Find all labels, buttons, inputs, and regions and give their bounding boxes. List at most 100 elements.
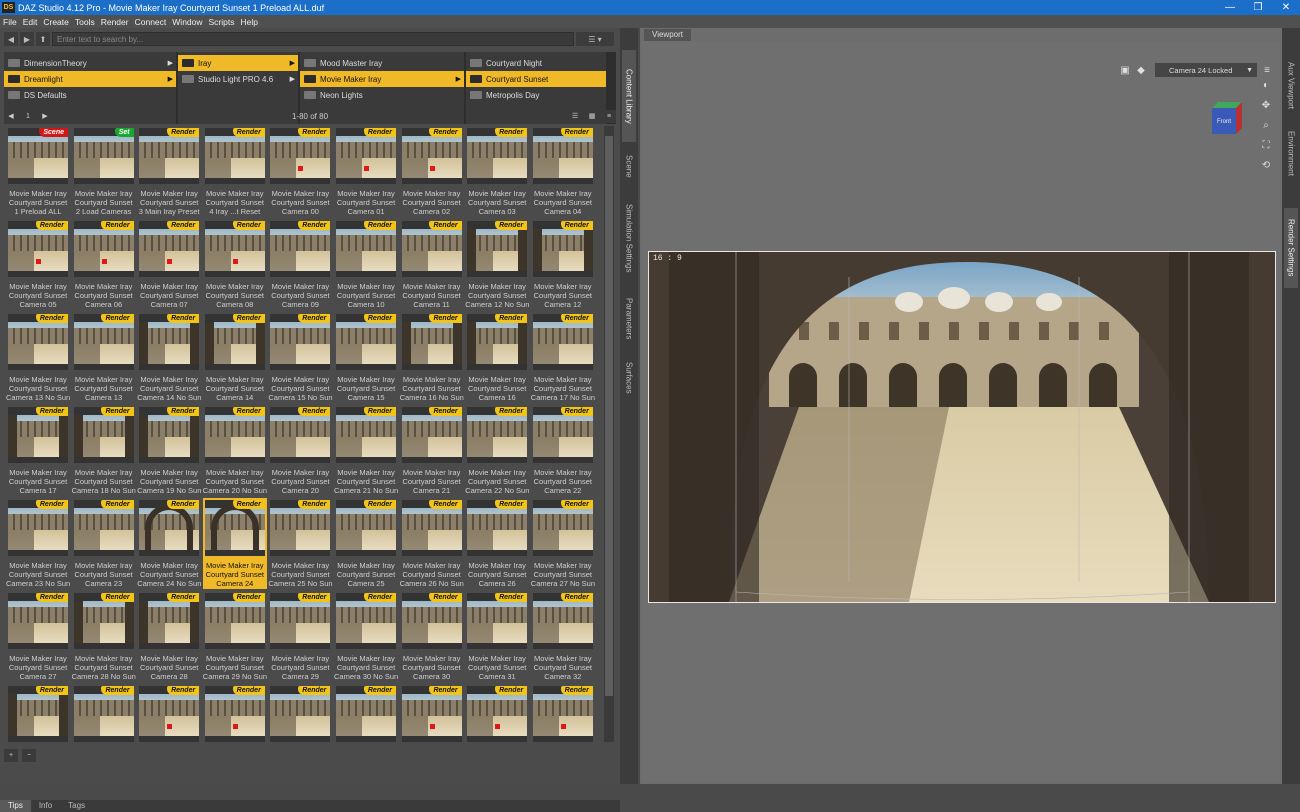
content-tile[interactable]: Render: [137, 684, 201, 742]
add-icon[interactable]: +: [4, 748, 18, 762]
tab-info[interactable]: Info: [31, 800, 60, 812]
frame-icon[interactable]: ⛶: [1259, 138, 1273, 152]
content-tile[interactable]: Render Movie Maker Iray Courtyard Sunset …: [6, 405, 70, 496]
content-tile[interactable]: Render Movie Maker Iray Courtyard Sunset …: [400, 498, 464, 589]
next-page-button[interactable]: ▶: [38, 109, 52, 123]
menu-window[interactable]: Window: [169, 17, 205, 27]
content-tile[interactable]: Render Movie Maker Iray Courtyard Sunset …: [334, 312, 398, 403]
reset-icon[interactable]: ⟲: [1259, 158, 1273, 172]
category-item[interactable]: Iray ▶: [178, 55, 298, 71]
category-item[interactable]: Neon Lights: [300, 87, 464, 103]
content-tile[interactable]: Render Movie Maker Iray Courtyard Sunset …: [531, 219, 595, 310]
camera-dropdown[interactable]: Camera 24 Locked ▼: [1155, 63, 1257, 77]
tab-parameters[interactable]: Parameters: [622, 288, 636, 350]
tab-render-settings[interactable]: Render Settings: [1284, 208, 1298, 288]
remove-icon[interactable]: −: [22, 748, 36, 762]
content-tile[interactable]: Render Movie Maker Iray Courtyard Sunset …: [137, 312, 201, 403]
content-tile[interactable]: Render Movie Maker Iray Courtyard Sunset …: [465, 498, 529, 589]
viewport-area[interactable]: ▣ ◆ Camera 24 Locked▼ ≡ Front ◐ ✥ ⌕ ⛶ ⟲: [642, 42, 1280, 782]
scene-render[interactable]: 16 : 9: [648, 251, 1276, 603]
menu-scripts[interactable]: Scripts: [206, 17, 238, 27]
content-tile[interactable]: Render Movie Maker Iray Courtyard Sunset …: [6, 312, 70, 403]
content-tile[interactable]: Render Movie Maker Iray Courtyard Sunset …: [6, 591, 70, 682]
content-tile[interactable]: Render Movie Maker Iray Courtyard Sunset …: [203, 312, 267, 403]
category-item[interactable]: Studio Light PRO 4.6 ▶: [178, 71, 298, 87]
content-tile[interactable]: Render Movie Maker Iray Courtyard Sunset …: [268, 126, 332, 217]
back-icon[interactable]: ◀: [4, 32, 18, 46]
content-tile[interactable]: Render Movie Maker Iray Courtyard Sunset …: [268, 405, 332, 496]
content-tile[interactable]: Render Movie Maker Iray Courtyard Sunset …: [531, 312, 595, 403]
content-tile[interactable]: Render Movie Maker Iray Courtyard Sunset …: [400, 312, 464, 403]
content-tile[interactable]: Render Movie Maker Iray Courtyard Sunset …: [137, 498, 201, 589]
content-tile[interactable]: Render Movie Maker Iray Courtyard Sunset …: [400, 405, 464, 496]
content-tile[interactable]: Render: [268, 684, 332, 742]
menu-file[interactable]: File: [0, 17, 20, 27]
view-cube-icon[interactable]: Front: [1210, 98, 1244, 136]
content-tile[interactable]: Render Movie Maker Iray Courtyard Sunset …: [400, 219, 464, 310]
content-tile[interactable]: Render Movie Maker Iray Courtyard Sunset …: [137, 126, 201, 217]
viewport-menu-icon[interactable]: ≡: [1260, 63, 1274, 77]
content-tile[interactable]: Render Movie Maker Iray Courtyard Sunset …: [72, 219, 136, 310]
minimize-button[interactable]: —: [1216, 0, 1244, 15]
content-tile[interactable]: Render Movie Maker Iray Courtyard Sunset …: [531, 405, 595, 496]
content-tile[interactable]: Render Movie Maker Iray Courtyard Sunset …: [72, 591, 136, 682]
maximize-button[interactable]: ❐: [1244, 0, 1272, 15]
search-input[interactable]: [52, 32, 574, 46]
content-tile[interactable]: Render: [72, 684, 136, 742]
draw-style-icon[interactable]: ◆: [1134, 63, 1148, 77]
content-tile[interactable]: Render: [531, 684, 595, 742]
render-preview-icon[interactable]: ▣: [1118, 63, 1132, 77]
content-tile[interactable]: Scene Movie Maker Iray Courtyard Sunset 1…: [6, 126, 70, 217]
tab-content-library[interactable]: Content Library: [622, 50, 636, 142]
content-tile[interactable]: Render Movie Maker Iray Courtyard Sunset …: [6, 498, 70, 589]
content-tile[interactable]: Render Movie Maker Iray Courtyard Sunset …: [202, 498, 267, 589]
tab-aux-viewport[interactable]: Aux Viewport: [1284, 50, 1298, 120]
content-tile[interactable]: Render Movie Maker Iray Courtyard Sunset …: [531, 591, 595, 682]
content-tile[interactable]: Render Movie Maker Iray Courtyard Sunset …: [334, 591, 398, 682]
content-tile[interactable]: Render Movie Maker Iray Courtyard Sunset …: [203, 405, 267, 496]
content-tile[interactable]: Render: [400, 684, 464, 742]
list-view-icon[interactable]: ☰: [568, 109, 582, 123]
content-tile[interactable]: Render Movie Maker Iray Courtyard Sunset …: [465, 219, 529, 310]
content-tile[interactable]: Render Movie Maker Iray Courtyard Sunset …: [203, 219, 267, 310]
grid-view-icon[interactable]: ▦: [585, 109, 599, 123]
category-item[interactable]: DimensionTheory ▶: [4, 55, 176, 71]
content-tile[interactable]: Render Movie Maker Iray Courtyard Sunset …: [137, 405, 201, 496]
content-tile[interactable]: Render Movie Maker Iray Courtyard Sunset …: [465, 591, 529, 682]
tab-simulation-settings[interactable]: Simulation Settings: [622, 190, 636, 286]
category-item[interactable]: Metropolis Day: [466, 87, 606, 103]
up-icon[interactable]: ⬆: [36, 32, 50, 46]
content-tile[interactable]: Render Movie Maker Iray Courtyard Sunset …: [203, 591, 267, 682]
menu-connect[interactable]: Connect: [132, 17, 170, 27]
view-options-dropdown[interactable]: ☰ ▾: [576, 32, 614, 46]
content-tile[interactable]: Render Movie Maker Iray Courtyard Sunset …: [334, 219, 398, 310]
content-tile[interactable]: Render Movie Maker Iray Courtyard Sunset …: [268, 498, 333, 589]
pan-icon[interactable]: ✥: [1259, 98, 1273, 112]
content-tile[interactable]: Render Movie Maker Iray Courtyard Sunset …: [268, 219, 332, 310]
tab-scene[interactable]: Scene: [622, 144, 636, 188]
content-tile[interactable]: Render Movie Maker Iray Courtyard Sunset …: [465, 312, 529, 403]
menu-tools[interactable]: Tools: [72, 17, 98, 27]
tab-viewport[interactable]: Viewport: [644, 29, 691, 41]
content-tile[interactable]: Render Movie Maker Iray Courtyard Sunset …: [137, 591, 201, 682]
content-tile[interactable]: Render Movie Maker Iray Courtyard Sunset …: [400, 591, 464, 682]
content-scrollbar[interactable]: [604, 126, 614, 742]
menu-edit[interactable]: Edit: [20, 17, 41, 27]
forward-icon[interactable]: ▶: [20, 32, 34, 46]
content-tile[interactable]: Render Movie Maker Iray Courtyard Sunset …: [465, 126, 529, 217]
content-tile[interactable]: Render: [6, 684, 70, 742]
menu-icon[interactable]: ≡: [602, 109, 616, 123]
page-number[interactable]: 1: [21, 109, 35, 123]
zoom-icon[interactable]: ⌕: [1259, 118, 1273, 132]
orbit-icon[interactable]: ◐: [1259, 78, 1273, 92]
category-item[interactable]: Courtyard Night: [466, 55, 606, 71]
content-tile[interactable]: Render: [334, 684, 398, 742]
content-tile[interactable]: Render Movie Maker Iray Courtyard Sunset …: [72, 312, 136, 403]
content-tile[interactable]: Render: [203, 684, 267, 742]
tab-surfaces[interactable]: Surfaces: [622, 352, 636, 404]
content-tile[interactable]: Render Movie Maker Iray Courtyard Sunset …: [137, 219, 201, 310]
tab-environment[interactable]: Environment: [1284, 122, 1298, 184]
category-item[interactable]: Mood Master Iray: [300, 55, 464, 71]
content-tile[interactable]: Render Movie Maker Iray Courtyard Sunset …: [531, 498, 595, 589]
content-tile[interactable]: Render Movie Maker Iray Courtyard Sunset …: [334, 405, 398, 496]
